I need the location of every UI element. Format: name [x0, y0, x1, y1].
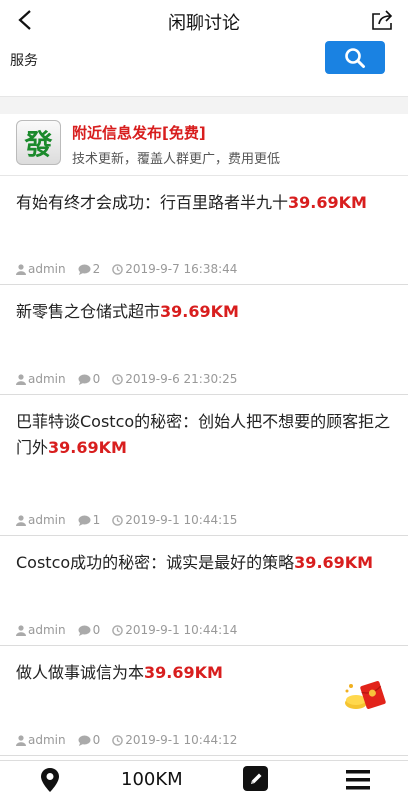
post-title[interactable]: 新零售之仓储式超市39.69KM	[16, 299, 408, 325]
comment-icon	[78, 735, 91, 746]
list-item[interactable]: 新零售之仓储式超市39.69KM admin 0 2019-9-6 21:30:…	[0, 285, 408, 395]
post-author: admin	[28, 623, 66, 637]
clock-icon	[112, 263, 124, 275]
list-item[interactable]: 有始有终才会成功：行百里路者半九十39.69KM admin 2 2019-9-…	[0, 176, 408, 285]
page-title: 闲聊讨论	[168, 13, 240, 34]
location-icon[interactable]	[40, 767, 60, 793]
search-bar	[0, 40, 408, 96]
clock-icon	[112, 514, 124, 526]
post-title[interactable]: Costco成功的秘密：诚实是最好的策略39.69KM	[16, 550, 408, 576]
bottom-tabbar: 100KM	[0, 760, 408, 800]
post-comment-count: 0	[92, 733, 101, 747]
post-comment-count: 2	[92, 262, 101, 276]
promo-subtitle: 技术更新，覆盖人群更广，费用更低	[72, 152, 281, 167]
search-icon	[345, 47, 365, 68]
post-author: admin	[28, 513, 66, 527]
menu-icon[interactable]	[346, 770, 370, 790]
user-icon	[16, 373, 26, 385]
comment-icon	[78, 264, 91, 275]
post-author: admin	[28, 262, 66, 276]
user-icon	[16, 263, 26, 275]
promo-banner[interactable]: 發 附近信息发布[免费] 技术更新，覆盖人群更广，费用更低	[0, 114, 408, 176]
share-icon[interactable]	[370, 8, 396, 32]
post-comment-count: 1	[92, 513, 101, 527]
edit-icon	[250, 773, 261, 784]
post-author: admin	[28, 733, 66, 747]
clock-icon	[112, 624, 124, 636]
post-meta: admin 0 2019-9-1 10:44:14	[16, 623, 249, 637]
section-divider	[0, 96, 408, 114]
post-distance: 39.69KM	[294, 553, 374, 572]
post-meta: admin 0 2019-9-6 21:30:25	[16, 372, 249, 386]
post-distance: 39.69KM	[144, 663, 223, 682]
post-meta: admin 2 2019-9-7 16:38:44	[16, 262, 249, 276]
comment-icon	[78, 515, 91, 526]
promo-logo: 發	[16, 120, 61, 165]
red-packet-icon[interactable]	[343, 677, 389, 713]
post-distance: 39.69KM	[160, 302, 239, 321]
promo-title[interactable]: 附近信息发布[免费]	[72, 122, 206, 143]
post-date: 2019-9-1 10:44:15	[125, 513, 238, 527]
user-icon	[16, 734, 26, 746]
search-button[interactable]	[325, 41, 385, 74]
comment-icon	[78, 374, 91, 385]
post-comment-count: 0	[92, 372, 101, 386]
post-distance: 39.69KM	[48, 438, 127, 457]
post-date: 2019-9-7 16:38:44	[125, 262, 238, 276]
post-date: 2019-9-1 10:44:12	[125, 733, 238, 747]
post-date: 2019-9-1 10:44:14	[125, 623, 238, 637]
post-meta: admin 0 2019-9-1 10:44:12	[16, 733, 249, 747]
distance-selector[interactable]: 100KM	[121, 769, 183, 790]
edit-button[interactable]	[243, 766, 268, 791]
post-meta: admin 1 2019-9-1 10:44:15	[16, 513, 249, 527]
post-date: 2019-9-6 21:30:25	[125, 372, 238, 386]
clock-icon	[112, 734, 124, 746]
list-item[interactable]: Costco成功的秘密：诚实是最好的策略39.69KM admin 0 2019…	[0, 536, 408, 646]
clock-icon	[112, 373, 124, 385]
post-distance: 39.69KM	[288, 193, 367, 212]
user-icon	[16, 624, 26, 636]
post-author: admin	[28, 372, 66, 386]
post-title[interactable]: 有始有终才会成功：行百里路者半九十39.69KM	[16, 190, 408, 216]
user-icon	[16, 514, 26, 526]
list-item[interactable]: 巴菲特谈Costco的秘密：创始人把不想要的顾客拒之门外39.69KM admi…	[0, 395, 408, 536]
comment-icon	[78, 625, 91, 636]
header: 闲聊讨论	[0, 0, 408, 40]
post-comment-count: 0	[92, 623, 101, 637]
post-title[interactable]: 巴菲特谈Costco的秘密：创始人把不想要的顾客拒之门外39.69KM	[16, 409, 408, 461]
